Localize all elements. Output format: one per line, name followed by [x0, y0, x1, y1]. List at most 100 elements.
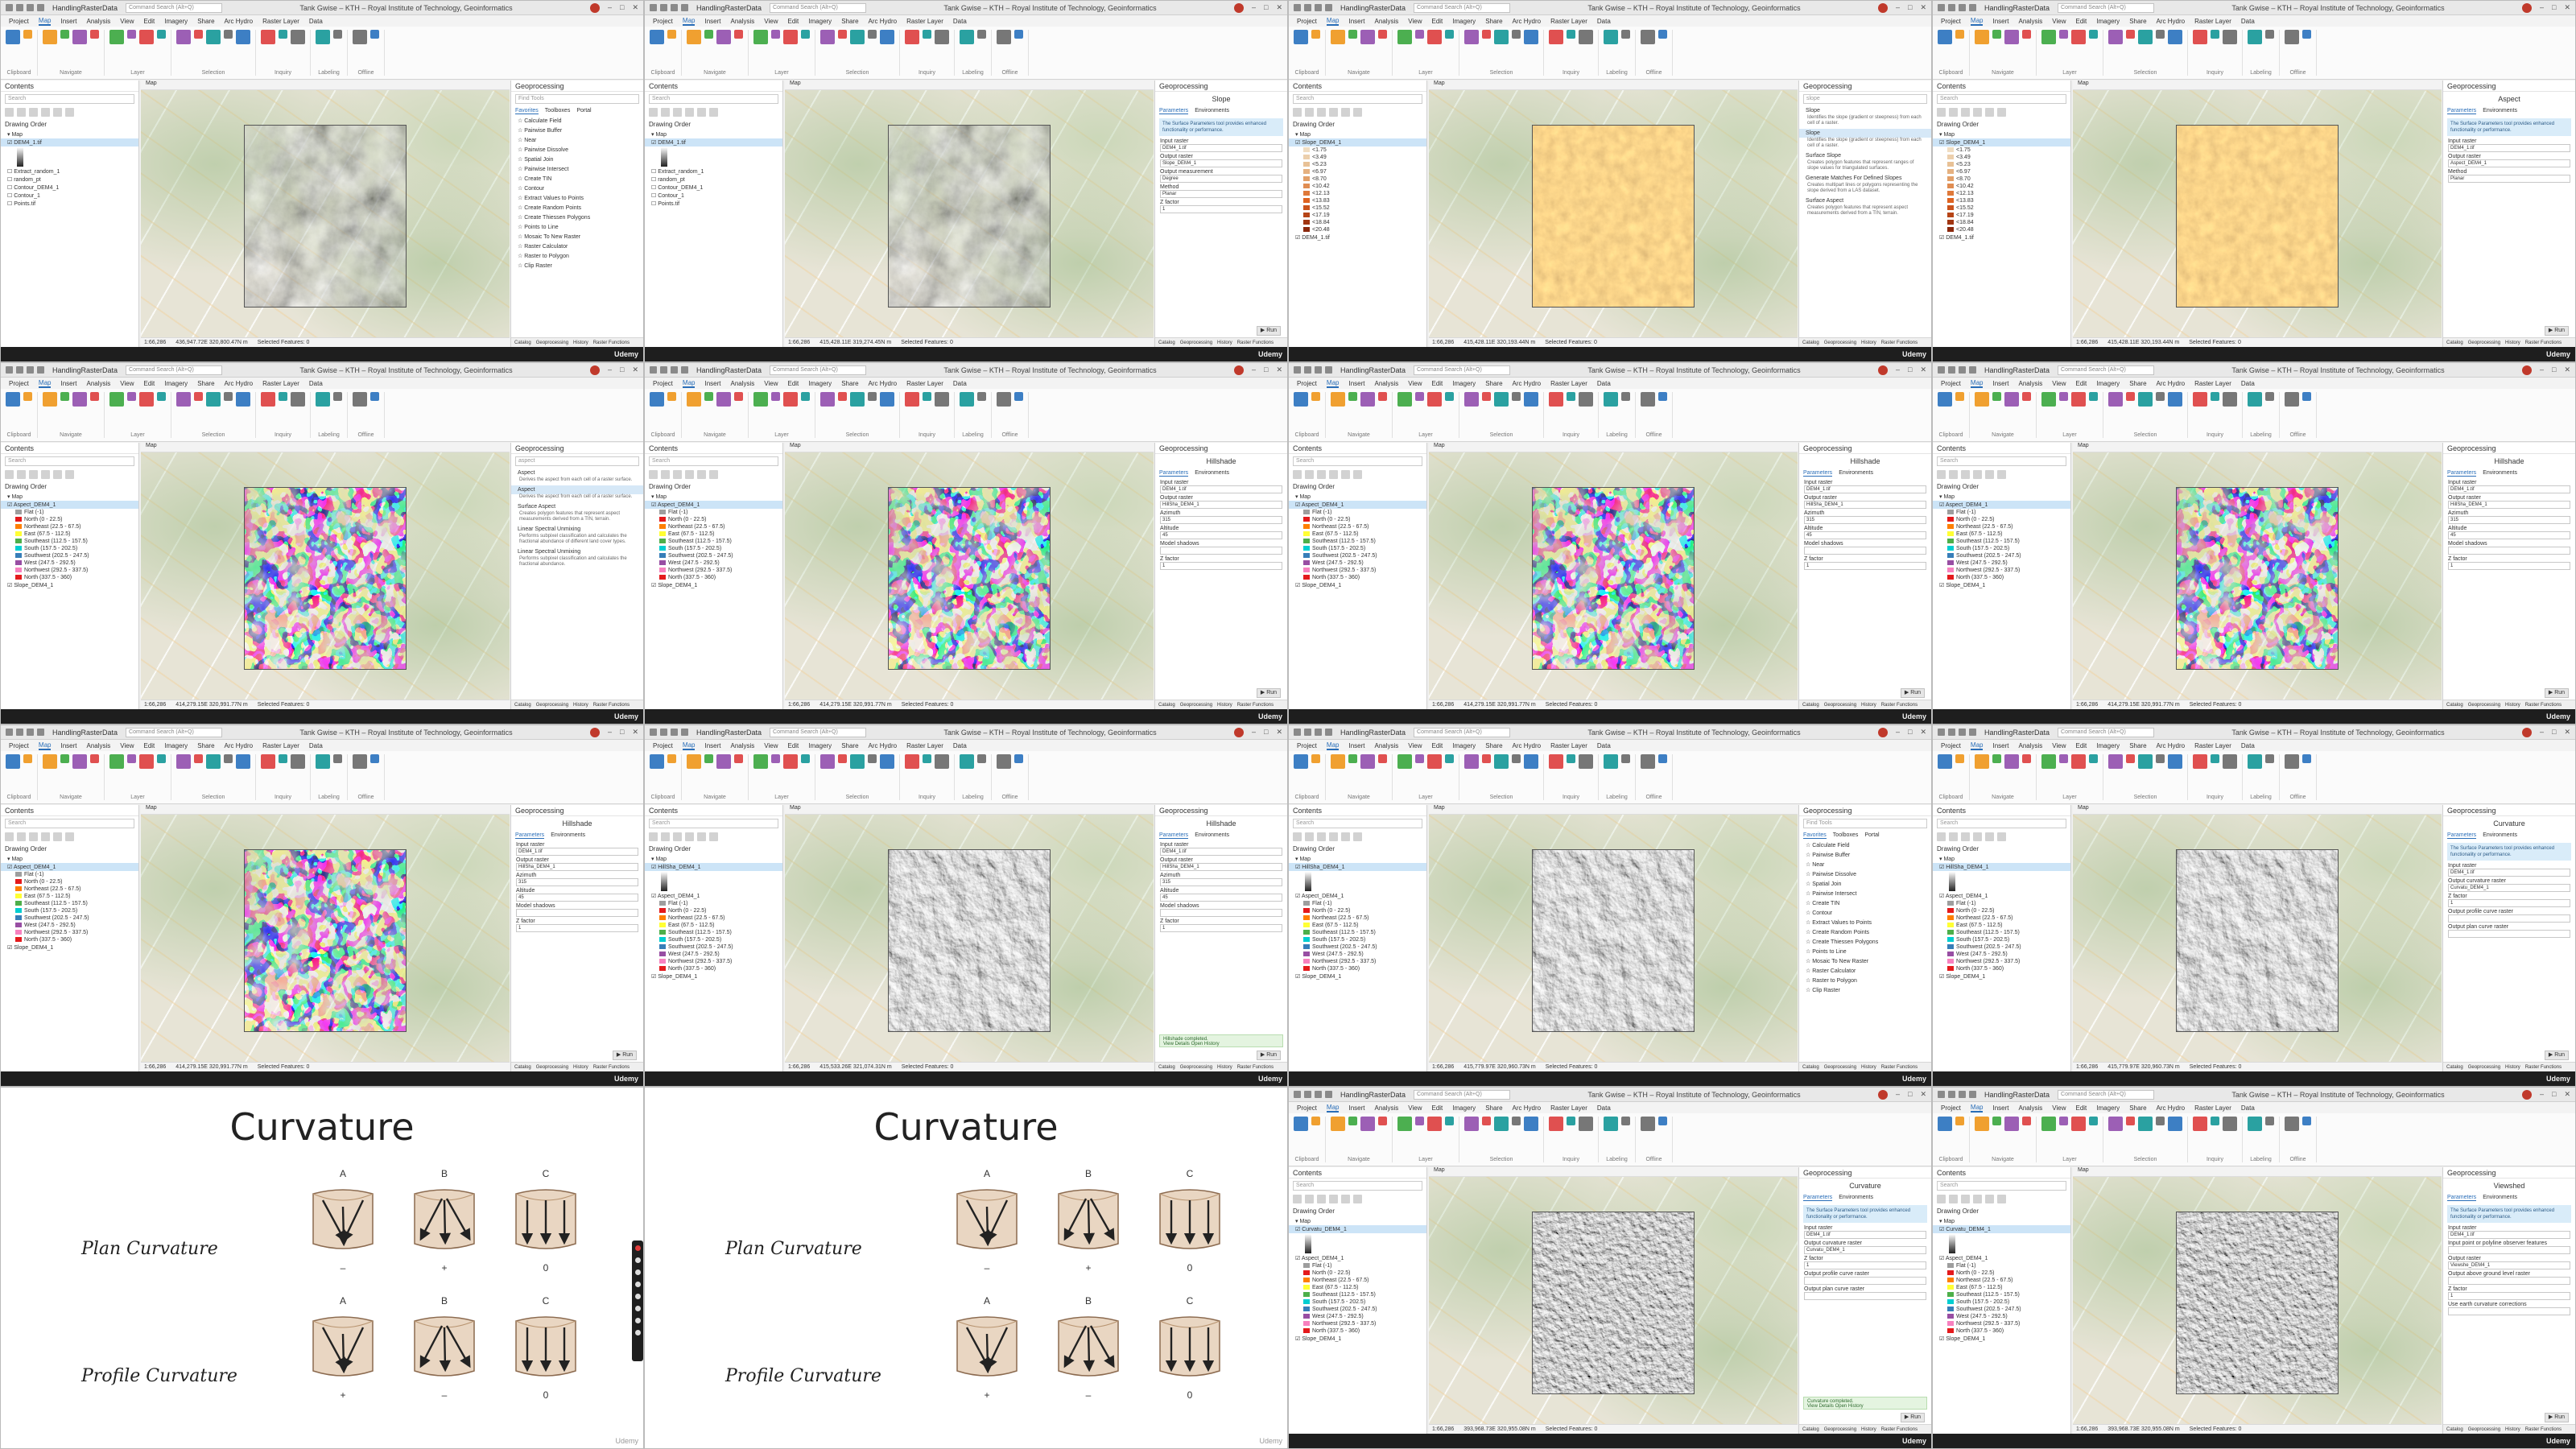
ribbon-tool-icon[interactable]	[1567, 392, 1575, 401]
pane-tab-raster-functions[interactable]: Raster Functions	[593, 703, 630, 708]
ribbon-tool-icon[interactable]	[687, 392, 701, 407]
ribbon-tool-icon[interactable]	[820, 754, 835, 769]
ribbon-tool-icon[interactable]	[1360, 754, 1375, 769]
quick-access-icon[interactable]	[16, 729, 23, 736]
tab-share[interactable]: Share	[197, 380, 214, 387]
contents-tool-icon[interactable]	[649, 832, 658, 841]
contents-tool-icon[interactable]	[1353, 470, 1362, 479]
quick-access-icon[interactable]	[1325, 366, 1332, 374]
ribbon-tool-icon[interactable]	[127, 30, 136, 39]
tab-project[interactable]: Project	[9, 742, 29, 749]
favorite-tool-item[interactable]: ☆ Create Random Points	[511, 203, 643, 213]
tab-project[interactable]: Project	[1297, 380, 1317, 387]
tab-raster-layer[interactable]: Raster Layer	[1550, 1104, 1587, 1112]
favorite-tool-item[interactable]: ☆ Clip Raster	[511, 261, 643, 270]
ribbon-tool-icon[interactable]	[923, 754, 931, 763]
ribbon-tool-icon[interactable]	[2041, 1117, 2056, 1131]
contents-search-input[interactable]: Search	[1937, 819, 2066, 828]
ribbon-tool-icon[interactable]	[935, 30, 949, 44]
quick-access-icon[interactable]	[1969, 366, 1976, 374]
pane-tab-raster-functions[interactable]: Raster Functions	[1881, 1065, 1918, 1070]
pane-tab-catalog[interactable]: Catalog	[1802, 1427, 1819, 1432]
tab-edit[interactable]: Edit	[787, 18, 799, 25]
contents-tool-icon[interactable]	[1985, 470, 1994, 479]
command-search-input[interactable]: Command Search (Alt+Q)	[1414, 2, 1511, 13]
contents-tool-icon[interactable]	[1317, 1195, 1326, 1203]
ribbon-tool-icon[interactable]	[1955, 392, 1964, 401]
ribbon-tool-icon[interactable]	[1658, 754, 1667, 763]
quick-access-icon[interactable]	[37, 4, 44, 11]
tab-arc-hydro[interactable]: Arc Hydro	[1513, 18, 1542, 25]
tab-analysis[interactable]: Analysis	[730, 380, 754, 387]
geoprocessing-search-input[interactable]: slope	[1803, 94, 1927, 104]
parameter-input[interactable]: Viewshe_DEM4_1	[2448, 1261, 2570, 1269]
map-view[interactable]: Map 1:66,286 393,968.73E 320,955.08N m Sele…	[2073, 1167, 2442, 1434]
ribbon-tool-icon[interactable]	[977, 754, 986, 763]
parameter-input[interactable]: 315	[1160, 516, 1282, 524]
ribbon-tool-icon[interactable]	[1014, 754, 1023, 763]
parameter-input[interactable]	[1804, 1277, 1926, 1285]
avatar[interactable]	[1878, 365, 1888, 375]
tab-map[interactable]: Map	[1326, 1104, 1340, 1113]
parameter-input[interactable]: 45	[1804, 531, 1926, 539]
favorite-tool-item[interactable]: ☆ Spatial Join	[511, 155, 643, 164]
parameter-input[interactable]: 1	[2448, 899, 2570, 907]
tab-insert[interactable]: Insert	[1348, 18, 1364, 25]
quick-access-icon[interactable]	[1959, 4, 1966, 11]
contents-search-input[interactable]: Search	[1937, 456, 2066, 466]
quick-access-icon[interactable]	[671, 366, 678, 374]
tab-map[interactable]: Map	[1326, 379, 1340, 388]
ribbon-tool-icon[interactable]	[2302, 754, 2311, 763]
run-button[interactable]: ▶ Run	[1901, 688, 1925, 698]
ribbon-tool-icon[interactable]	[23, 30, 32, 39]
ribbon-tool-icon[interactable]	[43, 754, 57, 769]
map-view[interactable]: Map 1:66,286 393,968.73E 320,955.08N m Sele…	[1429, 1167, 1798, 1434]
ribbon-tool-icon[interactable]	[2193, 30, 2207, 44]
ribbon-tool-icon[interactable]	[224, 392, 233, 401]
contents-tool-icon[interactable]	[1961, 108, 1970, 117]
geoprocessing-tab[interactable]: Portal	[1864, 832, 1879, 839]
tab-arc-hydro[interactable]: Arc Hydro	[2157, 742, 2186, 749]
recording-tool-icon[interactable]	[634, 1306, 641, 1311]
contents-tool-icon[interactable]	[673, 470, 682, 479]
ribbon-tool-icon[interactable]	[650, 30, 664, 44]
quick-access-icon[interactable]	[16, 366, 23, 374]
tab-share[interactable]: Share	[1485, 18, 1502, 25]
ribbon-tool-icon[interactable]	[1427, 754, 1442, 769]
parameter-input[interactable]: Planar	[1160, 190, 1282, 198]
parameter-tab[interactable]: Parameters	[2447, 832, 2477, 839]
layer-aspect[interactable]: ☑ Aspect_DEM4_1	[645, 892, 782, 900]
map-view-tab[interactable]: Map	[785, 443, 1154, 452]
quick-access-icon[interactable]	[1325, 4, 1332, 11]
parameter-tab[interactable]: Environments	[551, 832, 585, 839]
contents-tool-icon[interactable]	[5, 470, 14, 479]
ribbon-tool-icon[interactable]	[704, 30, 713, 39]
pane-tab-history[interactable]: History	[573, 703, 588, 708]
layer-slope[interactable]: ☑ Slope_DEM4_1	[1289, 581, 1426, 589]
close-icon[interactable]: ✕	[2564, 365, 2570, 374]
ribbon-tool-icon[interactable]	[1294, 30, 1308, 44]
tab-view[interactable]: View	[120, 742, 134, 749]
parameter-input[interactable]: DEM4_1.tif	[516, 848, 638, 856]
tab-view[interactable]: View	[2052, 18, 2066, 25]
favorite-tool-item[interactable]: ☆ Points to Line	[511, 222, 643, 232]
ribbon-tool-icon[interactable]	[316, 392, 330, 407]
ribbon-tool-icon[interactable]	[194, 30, 203, 39]
quick-access-icon[interactable]	[1315, 4, 1322, 11]
contents-tool-icon[interactable]	[649, 470, 658, 479]
tab-insert[interactable]: Insert	[704, 380, 720, 387]
tab-map[interactable]: Map	[1970, 1104, 1984, 1113]
ribbon-tool-icon[interactable]	[1348, 1117, 1357, 1125]
command-search-input[interactable]: Command Search (Alt+Q)	[1414, 365, 1511, 375]
ribbon-tool-icon[interactable]	[1014, 392, 1023, 401]
contents-search-input[interactable]: Search	[1937, 1181, 2066, 1191]
layer-active[interactable]: ☑ Slope_DEM4_1	[1933, 138, 2070, 147]
ribbon-tool-icon[interactable]	[109, 30, 124, 44]
tab-insert[interactable]: Insert	[1348, 1104, 1364, 1112]
avatar[interactable]	[1234, 365, 1244, 375]
parameter-input[interactable]: 1	[1804, 1261, 1926, 1269]
basemap[interactable]	[1429, 815, 1798, 1062]
ribbon-tool-icon[interactable]	[157, 754, 166, 763]
tab-share[interactable]: Share	[841, 742, 858, 749]
tab-imagery[interactable]: Imagery	[1452, 742, 1476, 749]
